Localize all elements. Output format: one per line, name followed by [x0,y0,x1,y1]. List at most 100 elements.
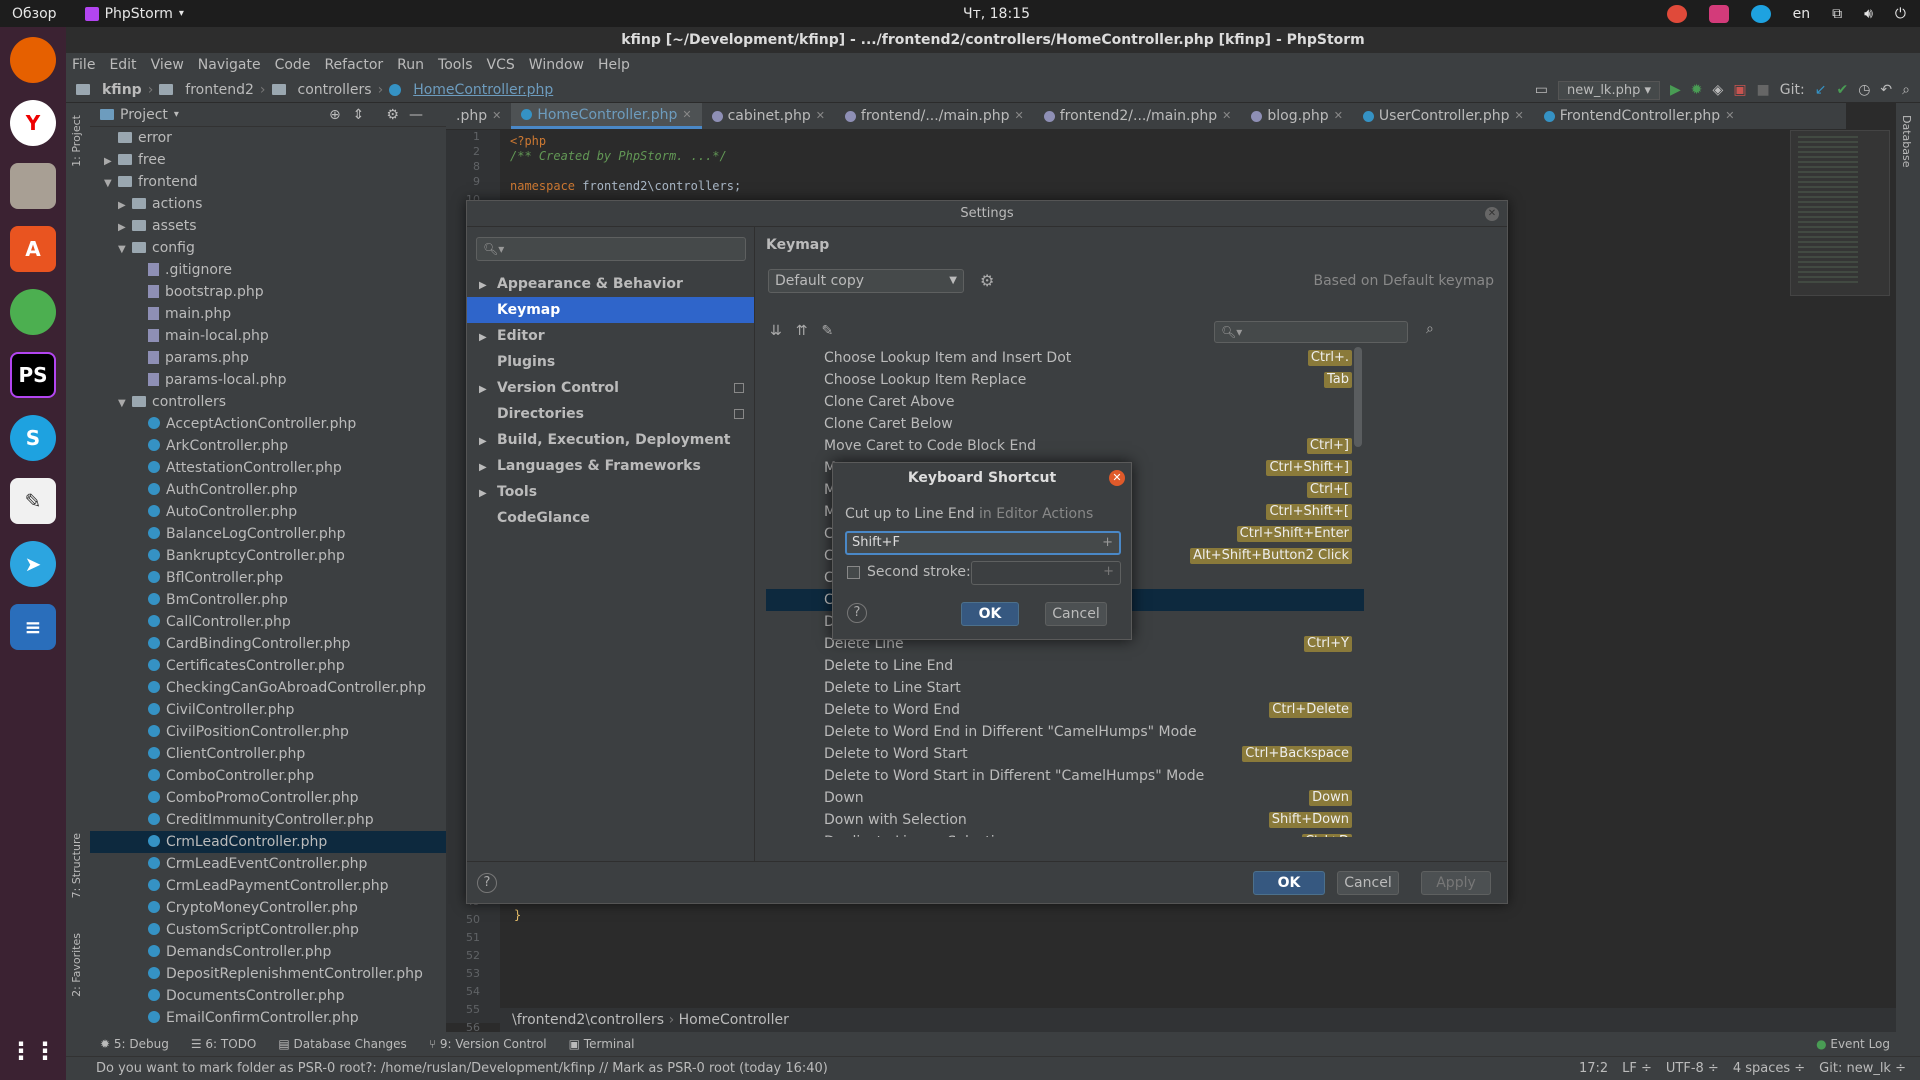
keymap-action-row[interactable]: Delete to Line End [766,655,1364,677]
menu-help[interactable]: Help [598,57,630,73]
close-tab-icon[interactable]: ✕ [682,102,691,128]
help-icon[interactable]: ? [847,603,867,623]
menu-code[interactable]: Code [275,57,311,73]
phpstorm-launcher-icon[interactable]: PS [10,352,56,398]
stop-icon[interactable]: ■ [1757,82,1770,98]
settings-nav-item[interactable]: ▶ Tools [467,479,754,505]
show-apps-icon[interactable]: ⋮⋮ [9,1028,57,1074]
settings-ok-button[interactable]: OK [1253,871,1325,895]
tree-item[interactable]: ▶ free [90,149,446,171]
app-menu[interactable]: PhpStorm ▾ [84,6,184,22]
keymap-action-row[interactable]: Choose Lookup Item Replace Tab [766,369,1364,391]
expanded-arrow-icon[interactable]: ▼ [104,173,118,195]
tree-item[interactable]: ClientController.php [90,743,446,765]
close-tab-icon[interactable]: ✕ [1222,103,1231,129]
editor-tab[interactable]: .php ✕ [446,103,511,129]
settings-nav-item[interactable]: CodeGlance [467,505,754,531]
close-tab-icon[interactable]: ✕ [816,103,825,129]
tree-item[interactable]: ComboPromoController.php [90,787,446,809]
favorites-tool-button[interactable]: 2: Favorites [70,933,83,997]
tree-item[interactable]: BflController.php [90,567,446,589]
git-revert-icon[interactable]: ↶ [1880,82,1892,98]
tree-item[interactable]: CallController.php [90,611,446,633]
terminal-tool-button[interactable]: ▣ Terminal [569,1037,635,1051]
edit-shortcut-icon[interactable]: ✎ [821,323,833,339]
chrome-icon[interactable] [10,289,56,335]
coverage-icon[interactable]: ◈ [1713,82,1724,98]
keymap-scrollbar[interactable] [1354,347,1362,447]
crumb-controllers[interactable]: controllers [298,82,372,98]
network-icon[interactable]: ⧉ [1832,6,1842,22]
database-changes-tool-button[interactable]: ▤ Database Changes [278,1037,406,1051]
keymap-action-row[interactable]: Delete to Word Start in Different "Camel… [766,765,1364,787]
expand-all-icon[interactable]: ⇊ [770,323,782,339]
tree-item[interactable]: ▶ actions [90,193,446,215]
tree-item[interactable]: AutoController.php [90,501,446,523]
crumb-frontend2[interactable]: frontend2 [185,82,254,98]
tree-item[interactable]: ComboController.php [90,765,446,787]
settings-nav-item[interactable]: Directories [467,401,754,427]
tree-item[interactable]: ▼ config [90,237,446,259]
keymap-action-row[interactable]: Delete to Word End in Different "CamelHu… [766,721,1364,743]
tree-item[interactable]: CertificatesController.php [90,655,446,677]
keymap-action-row[interactable]: Down with Selection Shift+Down [766,809,1364,831]
settings-nav-item[interactable]: Plugins [467,349,754,375]
search-everywhere-icon[interactable]: ⌕ [1902,82,1910,98]
volume-icon[interactable]: 🔊︎ [1864,6,1873,22]
software-center-icon[interactable]: A [10,226,56,272]
settings-nav-item[interactable]: ▶ Languages & Frameworks [467,453,754,479]
second-stroke-checkbox[interactable] [847,566,860,579]
tree-item[interactable]: CivilController.php [90,699,446,721]
help-icon[interactable]: ? [477,873,497,893]
git-update-icon[interactable]: ↙ [1815,82,1827,98]
tree-item[interactable]: CrmLeadPaymentController.php [90,875,446,897]
debug-icon[interactable]: ✹ [1691,82,1703,98]
tree-item[interactable]: ▼ controllers [90,391,446,413]
browser-tray-icon[interactable] [1666,4,1687,23]
tree-item[interactable]: main.php [90,303,446,325]
hide-icon[interactable]: — [409,107,423,123]
menu-navigate[interactable]: Navigate [198,57,261,73]
tree-item[interactable]: BankruptcyController.php [90,545,446,567]
version-control-tool-button[interactable]: ⑂ 9: Version Control [429,1037,547,1051]
file-encoding[interactable]: UTF-8 ÷ [1666,1061,1719,1076]
project-tool-button[interactable]: 1: Project [70,115,83,167]
expanded-arrow-icon[interactable]: ▼ [118,393,132,415]
breadcrumb-namespace[interactable]: \frontend2\controllers [512,1012,664,1028]
indent-setting[interactable]: 4 spaces ÷ [1733,1061,1805,1076]
editor-tab[interactable]: FrontendController.php ✕ [1534,103,1745,129]
todo-tool-button[interactable]: ☰ 6: TODO [191,1037,257,1051]
settings-search-input[interactable]: 🔍︎▾ [476,237,746,261]
keymap-search-input[interactable]: 🔍︎▾ [1214,321,1408,343]
git-history-icon[interactable]: ◷ [1858,82,1870,98]
menu-window[interactable]: Window [529,57,584,73]
menu-edit[interactable]: Edit [109,57,136,73]
jetbrains-toolbox-icon[interactable] [1708,4,1729,23]
locate-icon[interactable]: ⊕ [329,107,341,123]
second-stroke-input[interactable]: + [971,561,1121,585]
shortcut-ok-button[interactable]: OK [961,602,1019,626]
settings-nav-item[interactable]: ▶ Editor [467,323,754,349]
editor-tab[interactable]: frontend2/.../main.php ✕ [1034,103,1242,129]
menu-vcs[interactable]: VCS [487,57,515,73]
files-icon[interactable] [10,163,56,209]
power-icon[interactable]: ⏻ [1895,6,1906,22]
collapsed-arrow-icon[interactable]: ▶ [104,151,118,173]
tree-item[interactable]: main-local.php [90,325,446,347]
tree-item[interactable]: AuthController.php [90,479,446,501]
document-viewer-icon[interactable]: ≡ [10,604,56,650]
settings-cancel-button[interactable]: Cancel [1337,871,1399,895]
expanded-arrow-icon[interactable]: ▼ [118,239,132,261]
tree-item[interactable]: error [90,127,446,149]
editor-tab[interactable]: cabinet.php ✕ [702,103,835,129]
profile-icon[interactable]: ▣ [1733,82,1746,98]
editor-tab[interactable]: HomeController.php ✕ [511,102,702,129]
menu-run[interactable]: Run [397,57,424,73]
tree-item[interactable]: ▶ assets [90,215,446,237]
keymap-action-row[interactable]: Clone Caret Below [766,413,1364,435]
editor-tab[interactable]: blog.php ✕ [1241,103,1353,129]
line-separator[interactable]: LF ÷ [1622,1061,1652,1076]
collapse-all-icon[interactable]: ⇈ [796,323,808,339]
tree-item[interactable]: CreditImmunityController.php [90,809,446,831]
collapse-all-icon[interactable]: ⇕ [353,107,365,123]
